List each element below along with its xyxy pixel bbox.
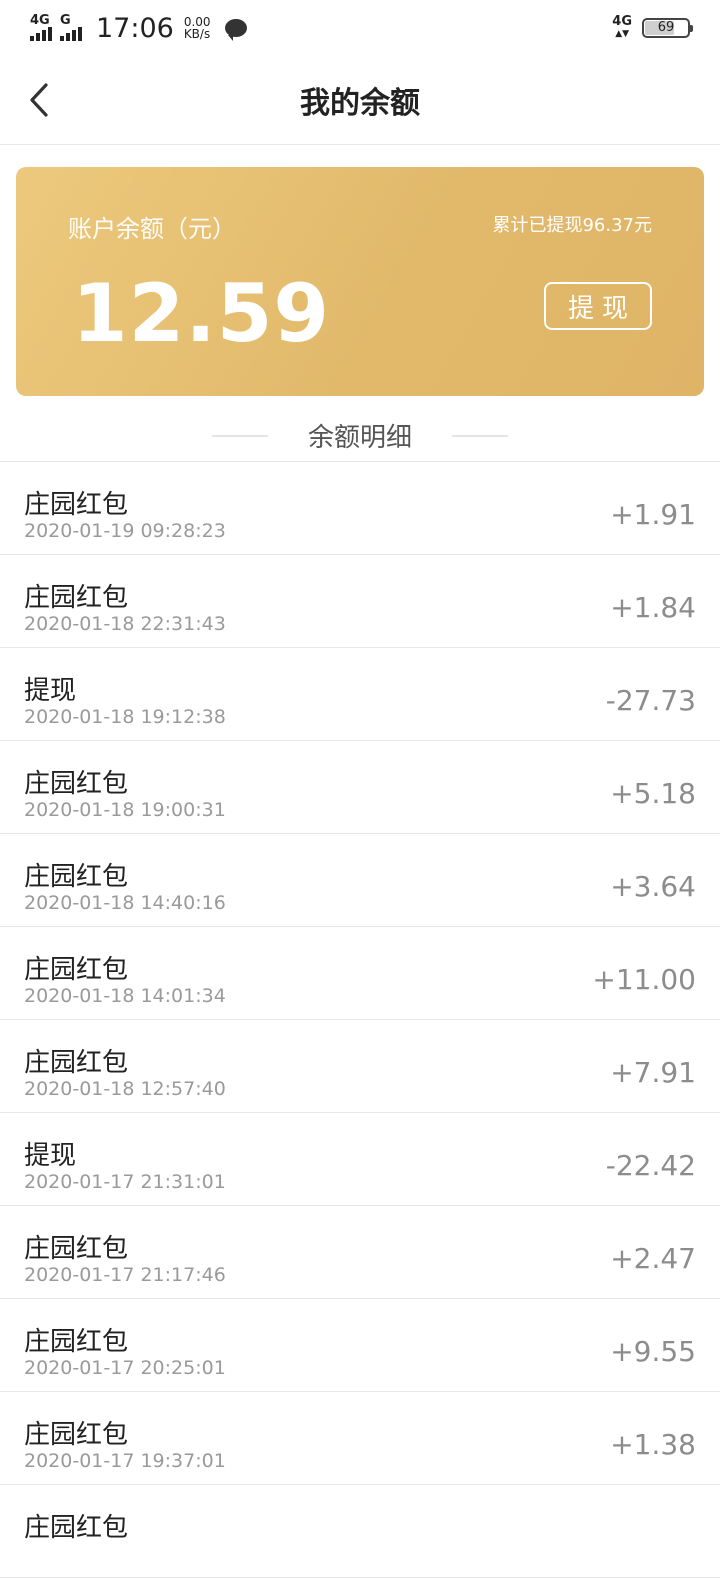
transaction-time: 2020-01-18 19:12:38 [24, 706, 226, 728]
signal-1: 4G [30, 13, 52, 41]
transaction-amount: +11.00 [592, 963, 696, 996]
divider [211, 434, 268, 437]
network-4g-icon: 4G ▲▼ [612, 14, 632, 39]
transaction-time: 2020-01-18 19:00:31 [24, 799, 226, 821]
transaction-time: 2020-01-18 12:57:40 [24, 1078, 226, 1100]
transaction-title: 提现 [24, 676, 77, 706]
section-title: 余额明细 [307, 423, 412, 453]
transaction-time: 2020-01-18 22:31:43 [24, 613, 226, 635]
network-type-2: G [60, 13, 71, 28]
speed-unit: KB/s [183, 27, 211, 41]
back-button[interactable] [24, 82, 54, 118]
list-item[interactable]: 庄园红包 [0, 1485, 720, 1578]
withdraw-button[interactable]: 提现 [544, 282, 652, 330]
chevron-left-icon [30, 83, 48, 117]
transaction-amount: +3.64 [610, 870, 696, 903]
clock: 17:06 [96, 12, 174, 44]
signal-2: G [60, 13, 82, 41]
list-item[interactable]: 庄园红包 2020-01-18 19:00:31 +5.18 [0, 741, 720, 834]
transaction-amount: +5.18 [610, 777, 696, 810]
transaction-title: 庄园红包 [24, 769, 129, 799]
transaction-time: 2020-01-17 20:25:01 [24, 1357, 226, 1379]
signal-bars-icon [60, 27, 82, 41]
transaction-amount: +1.91 [610, 498, 696, 531]
transaction-title: 庄园红包 [24, 1327, 129, 1357]
transaction-title: 庄园红包 [24, 1048, 129, 1078]
transaction-amount: -27.73 [605, 684, 696, 717]
transaction-title: 庄园红包 [24, 1234, 129, 1264]
network-type-1: 4G [30, 13, 50, 28]
transaction-time: 2020-01-17 19:37:01 [24, 1450, 226, 1472]
status-bar: 4G G 17:06 0.00 KB/s 4G ▲▼ 69 [0, 0, 720, 56]
transaction-title: 提现 [24, 1141, 77, 1171]
battery-level: 69 [657, 20, 675, 35]
list-item[interactable]: 提现 2020-01-17 21:31:01 -22.42 [0, 1113, 720, 1206]
transaction-time: 2020-01-17 21:31:01 [24, 1171, 226, 1193]
page-title: 我的余额 [300, 86, 420, 121]
withdrawn-total: 累计已提现96.37元 [492, 215, 652, 236]
network-speed: 0.00 KB/s [184, 16, 211, 40]
transaction-time: 2020-01-18 14:01:34 [24, 985, 226, 1007]
transaction-time: 2020-01-18 14:40:16 [24, 892, 226, 914]
signal-bars-icon [30, 27, 52, 41]
message-icon [224, 19, 247, 41]
transaction-amount: +2.47 [610, 1242, 696, 1275]
transaction-time: 2020-01-19 09:28:23 [24, 520, 226, 542]
transaction-title: 庄园红包 [24, 955, 129, 985]
status-right: 4G ▲▼ 69 [612, 14, 693, 40]
transaction-amount: +9.55 [610, 1335, 696, 1368]
network-type-right: 4G [612, 14, 632, 29]
transaction-title: 庄园红包 [24, 583, 129, 613]
battery-icon: 69 [642, 18, 693, 38]
list-item[interactable]: 庄园红包 2020-01-18 22:31:43 +1.84 [0, 555, 720, 648]
list-item[interactable]: 庄园红包 2020-01-19 09:28:23 +1.91 [0, 462, 720, 555]
transaction-amount: +7.91 [610, 1056, 696, 1089]
transaction-title: 庄园红包 [24, 862, 129, 892]
transaction-title: 庄园红包 [24, 1420, 129, 1450]
list-item[interactable]: 庄园红包 2020-01-17 21:17:46 +2.47 [0, 1206, 720, 1299]
details-section-header: 余额明细 [0, 410, 720, 462]
transaction-time: 2020-01-17 21:17:46 [24, 1264, 226, 1286]
nav-bar: 我的余额 [0, 56, 720, 145]
list-item[interactable]: 提现 2020-01-18 19:12:38 -27.73 [0, 648, 720, 741]
transaction-title: 庄园红包 [24, 1513, 129, 1543]
list-item[interactable]: 庄园红包 2020-01-18 14:40:16 +3.64 [0, 834, 720, 927]
list-item[interactable]: 庄园红包 2020-01-17 19:37:01 +1.38 [0, 1392, 720, 1485]
transaction-amount: +1.38 [610, 1428, 696, 1461]
transaction-amount: +1.84 [610, 591, 696, 624]
list-item[interactable]: 庄园红包 2020-01-18 12:57:40 +7.91 [0, 1020, 720, 1113]
balance-card: 账户余额（元） 累计已提现96.37元 12.59 提现 [16, 167, 704, 396]
list-item[interactable]: 庄园红包 2020-01-17 20:25:01 +9.55 [0, 1299, 720, 1392]
list-item[interactable]: 庄园红包 2020-01-18 14:01:34 +11.00 [0, 927, 720, 1020]
divider [452, 434, 508, 437]
transaction-amount: -22.42 [605, 1149, 696, 1182]
transaction-title: 庄园红包 [24, 490, 129, 520]
status-left: 4G G 17:06 0.00 KB/s [30, 13, 247, 44]
transaction-list: 庄园红包 2020-01-19 09:28:23 +1.91 庄园红包 2020… [0, 462, 720, 1578]
balance-label: 账户余额（元） [68, 215, 236, 243]
balance-amount: 12.59 [72, 267, 331, 360]
